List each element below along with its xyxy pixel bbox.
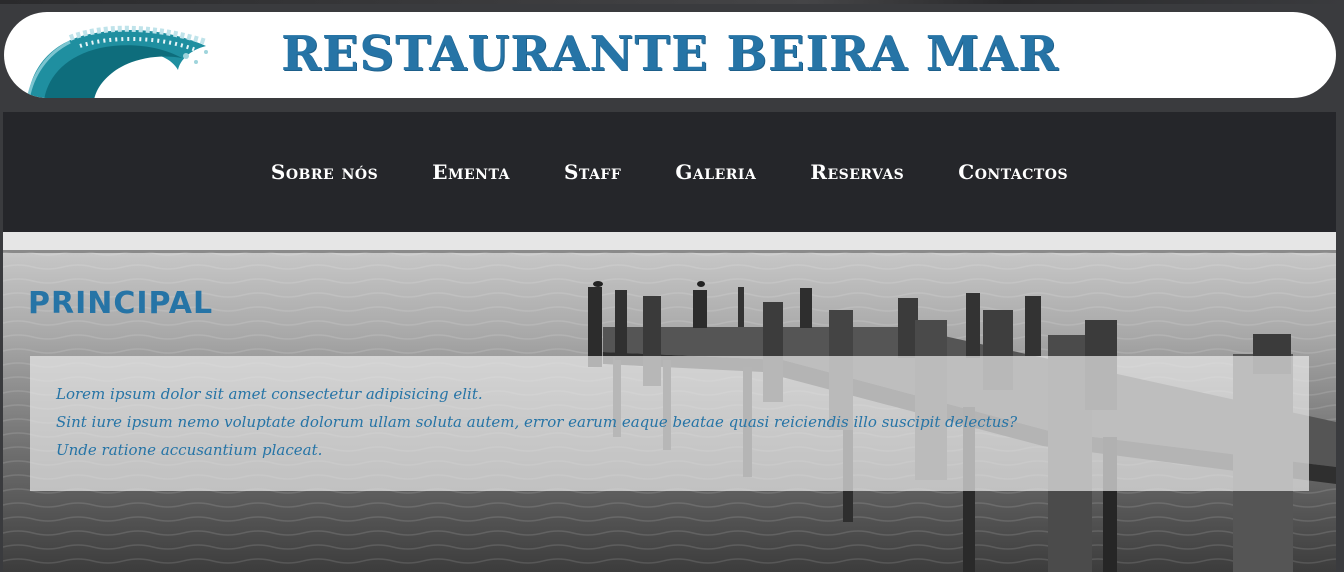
nav-item-sobre-nos[interactable]: Sobre nós <box>271 160 378 184</box>
nav-item-contactos[interactable]: Contactos <box>958 160 1068 184</box>
text-panel: Lorem ipsum dolor sit amet consectetur a… <box>30 356 1309 491</box>
nav-item-galeria[interactable]: Galeria <box>675 160 756 184</box>
paragraph-line: Lorem ipsum dolor sit amet consectetur a… <box>56 385 483 403</box>
nav-item-staff[interactable]: Staff <box>564 160 621 184</box>
main-nav: Sobre nós Ementa Staff Galeria Reservas … <box>3 112 1336 232</box>
section-title: PRINCIPAL <box>28 286 214 321</box>
nav-item-reservas[interactable]: Reservas <box>810 160 904 184</box>
nav-item-ementa[interactable]: Ementa <box>432 160 510 184</box>
paragraph-line: Unde ratione accusantium placeat. <box>56 441 323 459</box>
paragraph-line: Sint iure ipsum nemo voluptate dolorum u… <box>56 413 1018 431</box>
site-title: RESTAURANTE BEIRA MAR <box>280 26 1060 82</box>
site-header: RESTAURANTE BEIRA MAR <box>4 12 1336 98</box>
top-strip <box>0 0 1344 4</box>
